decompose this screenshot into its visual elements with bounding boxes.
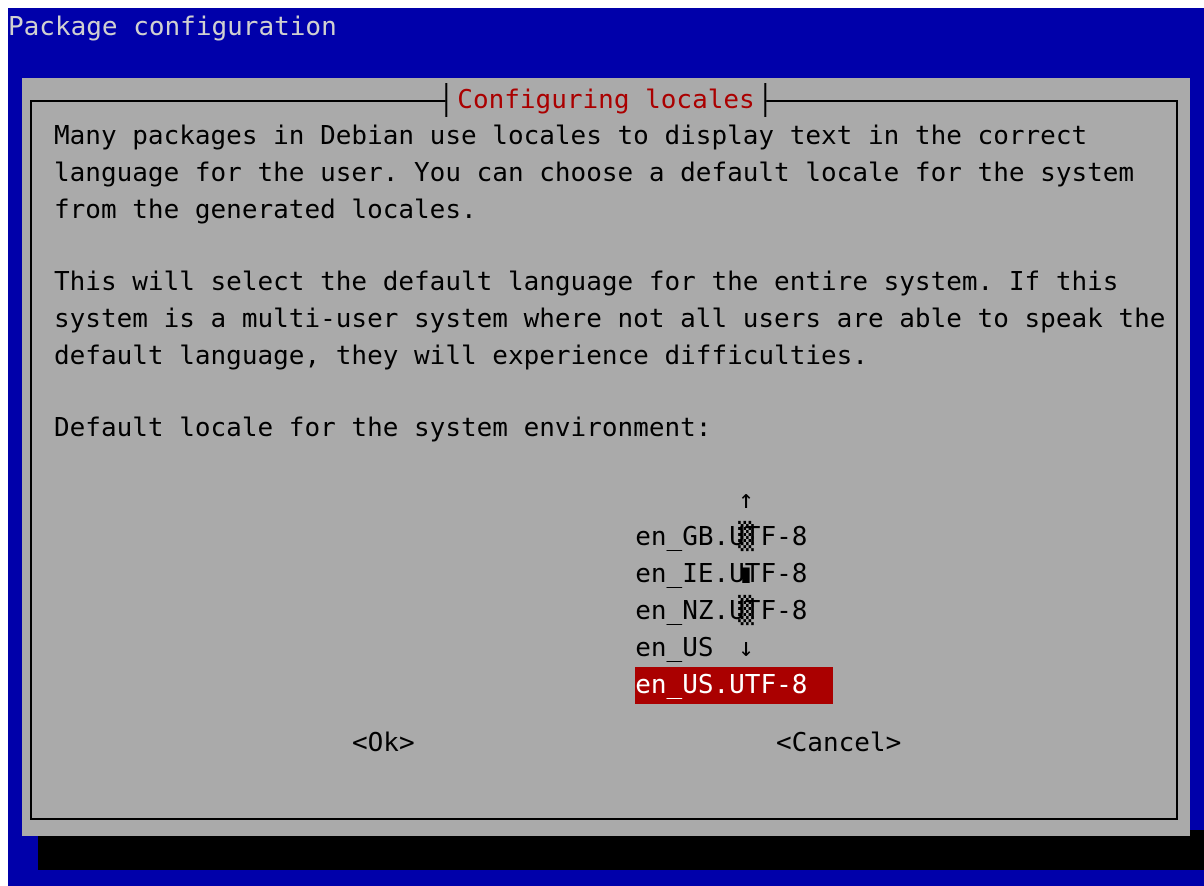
backtitle: Package configuration — [8, 12, 337, 42]
ok-button[interactable]: <Ok> — [352, 726, 415, 760]
scroll-down-arrow-icon[interactable]: ↓ — [736, 630, 756, 667]
terminal-screen: Package configuration Configuring locale… — [8, 8, 1204, 886]
description-paragraph-2: This will select the default language fo… — [54, 267, 1166, 371]
scrollbar-track-icon[interactable]: ▒ — [736, 519, 756, 556]
locale-item[interactable]: en_IE.UTF-8 ▒ — [510, 519, 807, 589]
locale-list[interactable]: en_GB.UTF-8 ↑ en_IE.UTF-8 ▒ en_NZ.UTF-8 … — [510, 482, 834, 704]
cancel-button[interactable]: <Cancel> — [776, 726, 901, 760]
locale-prompt: Default locale for the system environmen… — [54, 413, 712, 443]
scrollbar-thumb-icon[interactable]: ▮ — [736, 556, 756, 593]
scrollbar-track-icon[interactable]: ▒ — [736, 593, 756, 630]
locale-item-label: en_US.UTF-8 — [635, 667, 834, 704]
locale-item[interactable]: en_US ▒ — [510, 593, 770, 663]
locale-item[interactable]: en_GB.UTF-8 ↑ — [510, 482, 807, 552]
dialog-shadow — [38, 830, 1204, 870]
dialog-title: Configuring locales — [457, 85, 755, 115]
dialog-box: Configuring locales Many packages in Deb… — [22, 78, 1190, 836]
locale-item-selected[interactable]: en_US.UTF-8 ↓ — [510, 630, 834, 704]
dialog-title-container: Configuring locales — [445, 83, 767, 117]
locale-item[interactable]: en_NZ.UTF-8 ▮ — [510, 556, 807, 626]
scroll-up-arrow-icon[interactable]: ↑ — [736, 482, 756, 519]
description-paragraph-1: Many packages in Debian use locales to d… — [54, 121, 1135, 225]
